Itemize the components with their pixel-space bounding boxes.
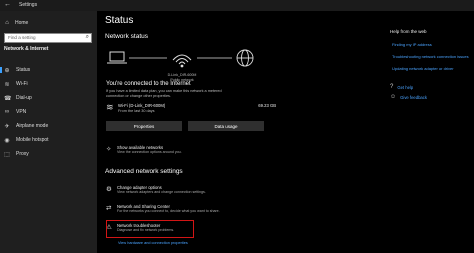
vpn-icon: ∞ bbox=[4, 109, 10, 115]
search-input[interactable]: Find a setting ⌕ bbox=[4, 33, 92, 43]
sidebar-item-label: Dial-up bbox=[16, 95, 32, 101]
sidebar-item-dialup[interactable]: ☎ Dial-up bbox=[4, 93, 32, 103]
troubleshooter-highlight-box bbox=[106, 220, 194, 238]
title-bar: ← Settings bbox=[0, 0, 474, 11]
help-panel: Help from the web Finding my IP address … bbox=[390, 11, 474, 253]
sidebar-item-label: VPN bbox=[16, 109, 27, 115]
laptop-icon bbox=[107, 51, 127, 64]
wifi-signal-icon bbox=[172, 54, 192, 68]
home-icon: ⌂ bbox=[5, 20, 9, 26]
page-title: Status bbox=[105, 15, 134, 26]
get-help-label: Get help bbox=[397, 84, 414, 90]
adapter-icon: ⚙ bbox=[106, 186, 112, 193]
help-link-troubleshooting[interactable]: Troubleshooting network connection issue… bbox=[392, 54, 469, 59]
advanced-settings-heading: Advanced network settings bbox=[105, 168, 183, 175]
sidebar-home-label: Home bbox=[15, 20, 29, 26]
wifi-usage-row: ≋ Wi-Fi (D-Link_DIR-600M) From the last … bbox=[106, 102, 276, 118]
sidebar-section-title: Network & Internet bbox=[4, 46, 49, 52]
search-placeholder: Find a setting bbox=[8, 35, 36, 40]
sidebar-item-label: Airplane mode bbox=[16, 123, 49, 129]
wifi-usage-period: From the last 30 days bbox=[118, 109, 155, 113]
give-feedback-link[interactable]: ☺ Give feedback bbox=[390, 94, 427, 100]
sidebar-home[interactable]: ⌂ Home bbox=[4, 18, 28, 28]
show-available-networks[interactable]: ✧ Show available networks View the conne… bbox=[106, 144, 286, 158]
list-item-description: View network adapters and change connect… bbox=[117, 190, 206, 194]
sidebar-item-label: Status bbox=[16, 67, 31, 73]
sidebar-item-label: Mobile hotspot bbox=[16, 137, 49, 143]
sidebar-item-airplane-mode[interactable]: ✈ Airplane mode bbox=[4, 121, 48, 131]
sidebar-item-vpn[interactable]: ∞ VPN bbox=[4, 107, 26, 117]
change-adapter-options[interactable]: ⚙ Change adapter options View network ad… bbox=[106, 184, 286, 198]
sidebar-item-label: Wi-Fi bbox=[16, 81, 28, 87]
wifi-icon: ≋ bbox=[4, 81, 10, 88]
phone-icon: ☎ bbox=[4, 95, 12, 102]
sidebar: ⌂ Home Find a setting ⌕ Network & Intern… bbox=[0, 11, 97, 253]
sharing-icon: ⇄ bbox=[106, 205, 112, 212]
window-title: Settings bbox=[19, 2, 38, 8]
data-usage-button[interactable]: Data usage bbox=[188, 121, 264, 131]
connected-description: If you have a limited data plan, you can… bbox=[106, 89, 222, 98]
sidebar-item-mobile-hotspot[interactable]: ◉ Mobile hotspot bbox=[4, 135, 49, 145]
wifi-icon: ≋ bbox=[106, 102, 114, 112]
hotspot-icon: ◉ bbox=[4, 137, 10, 144]
network-status-heading: Network status bbox=[105, 33, 148, 40]
sidebar-item-label: Proxy bbox=[16, 151, 29, 157]
network-sharing-center[interactable]: ⇄ Network and Sharing Center For the net… bbox=[106, 203, 286, 217]
sidebar-item-proxy[interactable]: ⬚ Proxy bbox=[4, 149, 29, 159]
help-panel-title: Help from the web bbox=[390, 29, 427, 34]
connected-title: You're connected to the Internet bbox=[106, 81, 191, 87]
search-icon[interactable]: ⌕ bbox=[86, 34, 89, 41]
back-arrow-icon[interactable]: ← bbox=[4, 1, 11, 8]
help-icon: ? bbox=[390, 84, 394, 90]
list-item-description: View the connection options around you. bbox=[117, 150, 182, 154]
get-help-link[interactable]: ? Get help bbox=[390, 84, 413, 90]
airplane-icon: ✈ bbox=[4, 123, 10, 130]
give-feedback-label: Give feedback bbox=[400, 94, 427, 100]
internet-globe-icon bbox=[236, 49, 254, 67]
globe-icon: ⊕ bbox=[4, 67, 10, 74]
main-content: Status Network status D-Link_DIR-600M Pu… bbox=[97, 11, 367, 253]
feedback-icon: ☺ bbox=[390, 94, 397, 100]
network-ssid: D-Link_DIR-600M bbox=[167, 73, 197, 77]
list-item-description: For the networks you connect to, decide … bbox=[117, 209, 220, 213]
sidebar-item-status[interactable]: ⊕ Status bbox=[0, 65, 97, 75]
network-scan-icon: ✧ bbox=[106, 146, 112, 153]
wifi-name: Wi-Fi (D-Link_DIR-600M) bbox=[118, 103, 166, 108]
network-diagram: D-Link_DIR-600M Public network bbox=[107, 48, 307, 82]
hardware-properties-link[interactable]: View hardware and connection properties bbox=[118, 241, 188, 245]
properties-button[interactable]: Properties bbox=[106, 121, 182, 131]
wifi-usage-amount: 69.23 GB bbox=[258, 103, 276, 108]
help-link-ip-address[interactable]: Finding my IP address bbox=[392, 42, 432, 47]
help-link-adapter-driver[interactable]: Updating network adapter or driver bbox=[392, 66, 454, 71]
proxy-icon: ⬚ bbox=[4, 151, 10, 158]
sidebar-item-wifi[interactable]: ≋ Wi-Fi bbox=[4, 79, 28, 89]
